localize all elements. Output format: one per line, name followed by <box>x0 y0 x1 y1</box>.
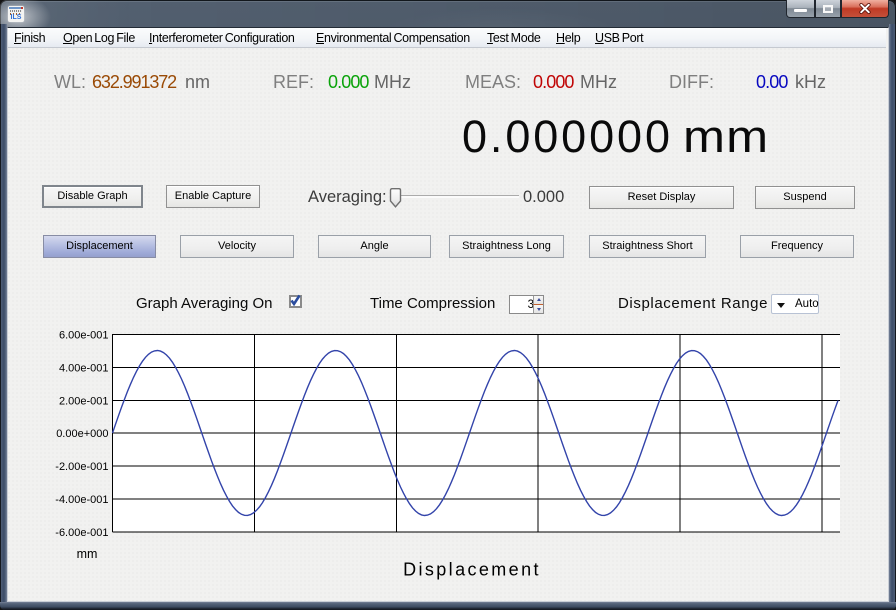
svg-text:2.00e-001: 2.00e-001 <box>59 395 109 407</box>
svg-text:0.00e+000: 0.00e+000 <box>56 428 108 440</box>
svg-text:-6.00e-001: -6.00e-001 <box>55 527 108 539</box>
svg-text:6.00e-001: 6.00e-001 <box>59 330 109 342</box>
svg-text:-4.00e-001: -4.00e-001 <box>55 494 108 506</box>
svg-text:-2.00e-001: -2.00e-001 <box>55 461 108 473</box>
svg-text:4.00e-001: 4.00e-001 <box>59 362 109 374</box>
svg-text:mm: mm <box>77 547 98 561</box>
svg-text:Displacement: Displacement <box>403 560 541 580</box>
